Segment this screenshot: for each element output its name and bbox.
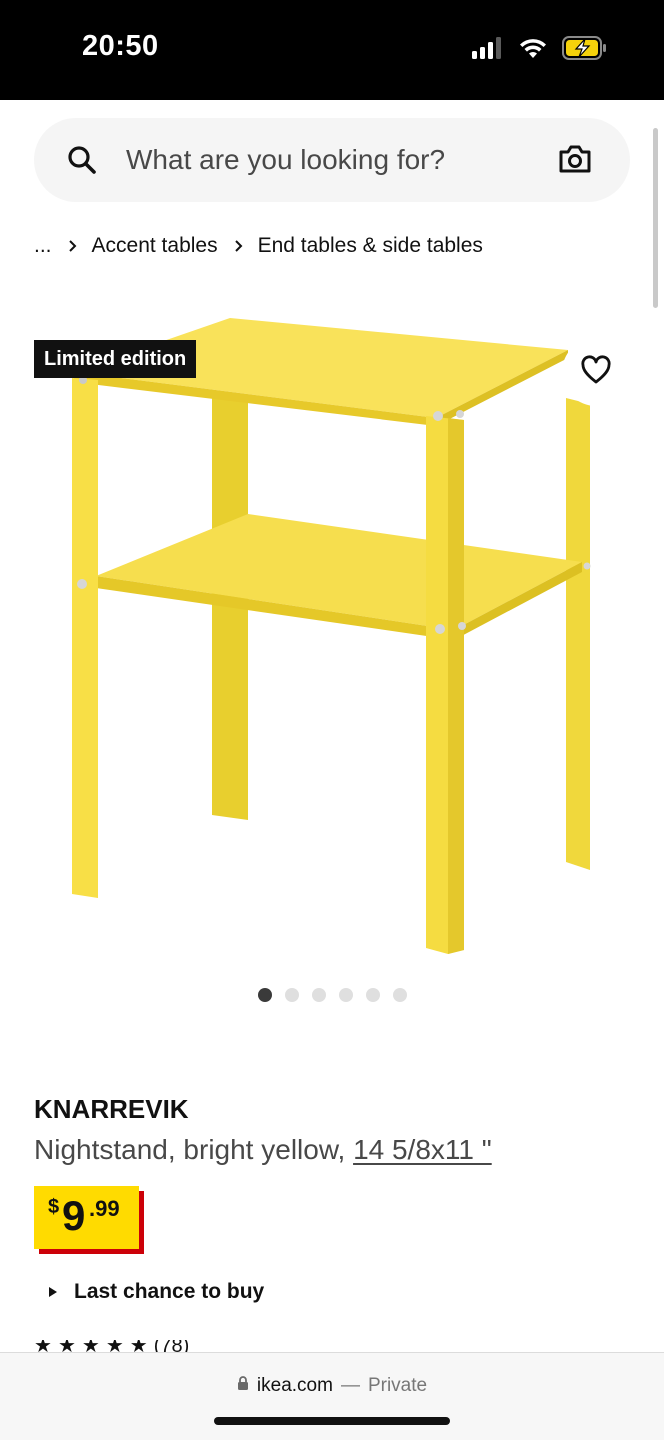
price-tag: $ 9 .99 <box>34 1186 144 1254</box>
url-separator: — <box>340 1375 360 1396</box>
chevron-right-icon <box>234 239 244 253</box>
image-carousel-dots <box>258 988 407 1002</box>
url-domain: ikea.com <box>256 1375 333 1396</box>
product-description: Nightstand, bright yellow, 14 5/8x11 " <box>34 1134 492 1166</box>
triangle-right-icon <box>48 1280 58 1304</box>
battery-charging-icon <box>562 36 608 65</box>
last-chance-label: Last chance to buy <box>74 1280 265 1303</box>
status-time: 20:50 <box>82 30 159 62</box>
carousel-dot[interactable] <box>393 988 407 1002</box>
product-name: KNARREVIK <box>34 1094 189 1124</box>
search-bar[interactable]: What are you looking for? <box>34 118 630 202</box>
scrollbar[interactable] <box>653 128 658 308</box>
chevron-right-icon <box>68 239 78 253</box>
carousel-dot[interactable] <box>258 988 272 1002</box>
search-icon[interactable] <box>66 144 98 181</box>
rating-count: (78) <box>153 1340 190 1352</box>
carousel-dot[interactable] <box>366 988 380 1002</box>
star-icon: ★ <box>81 1340 100 1352</box>
star-icon: ★ <box>105 1340 124 1352</box>
private-mode-label: Private <box>367 1375 428 1396</box>
carousel-dot[interactable] <box>285 988 299 1002</box>
url-row[interactable]: ikea.com — Private <box>0 1375 664 1397</box>
product-type: Nightstand, bright yellow, <box>34 1134 346 1165</box>
home-indicator[interactable] <box>214 1417 450 1425</box>
product-image[interactable] <box>34 300 630 970</box>
star-icon: ★ <box>57 1340 76 1352</box>
breadcrumb-end-tables[interactable]: End tables & side tables <box>258 234 483 258</box>
rating-row[interactable]: ★ ★ ★ ★ ★ (78) <box>34 1340 189 1352</box>
breadcrumb-accent-tables[interactable]: Accent tables <box>92 234 218 258</box>
signal-icon <box>472 37 504 64</box>
star-icon: ★ <box>34 1340 52 1352</box>
breadcrumb-ellipsis[interactable]: ... <box>34 234 52 258</box>
wifi-icon <box>518 37 548 64</box>
price-currency: $ <box>48 1196 60 1218</box>
heart-icon <box>580 354 612 390</box>
carousel-dot[interactable] <box>312 988 326 1002</box>
price-integer: 9 <box>62 1192 85 1239</box>
status-icons <box>472 36 608 65</box>
camera-search-icon[interactable] <box>558 144 592 179</box>
search-input[interactable]: What are you looking for? <box>126 144 445 176</box>
limited-edition-badge: Limited edition <box>34 340 197 378</box>
lock-icon <box>237 1375 249 1397</box>
favourite-button[interactable] <box>562 338 630 406</box>
price-decimal: .99 <box>89 1196 120 1221</box>
carousel-dot[interactable] <box>339 988 353 1002</box>
last-chance-toggle[interactable]: Last chance to buy <box>48 1280 264 1304</box>
status-bar: 20:50 <box>0 0 664 100</box>
product-dimensions-link[interactable]: 14 5/8x11 " <box>353 1134 492 1165</box>
browser-address-bar[interactable]: ikea.com — Private <box>0 1352 664 1440</box>
breadcrumb: ... Accent tables End tables & side tabl… <box>34 234 483 258</box>
star-icon: ★ <box>129 1340 148 1352</box>
